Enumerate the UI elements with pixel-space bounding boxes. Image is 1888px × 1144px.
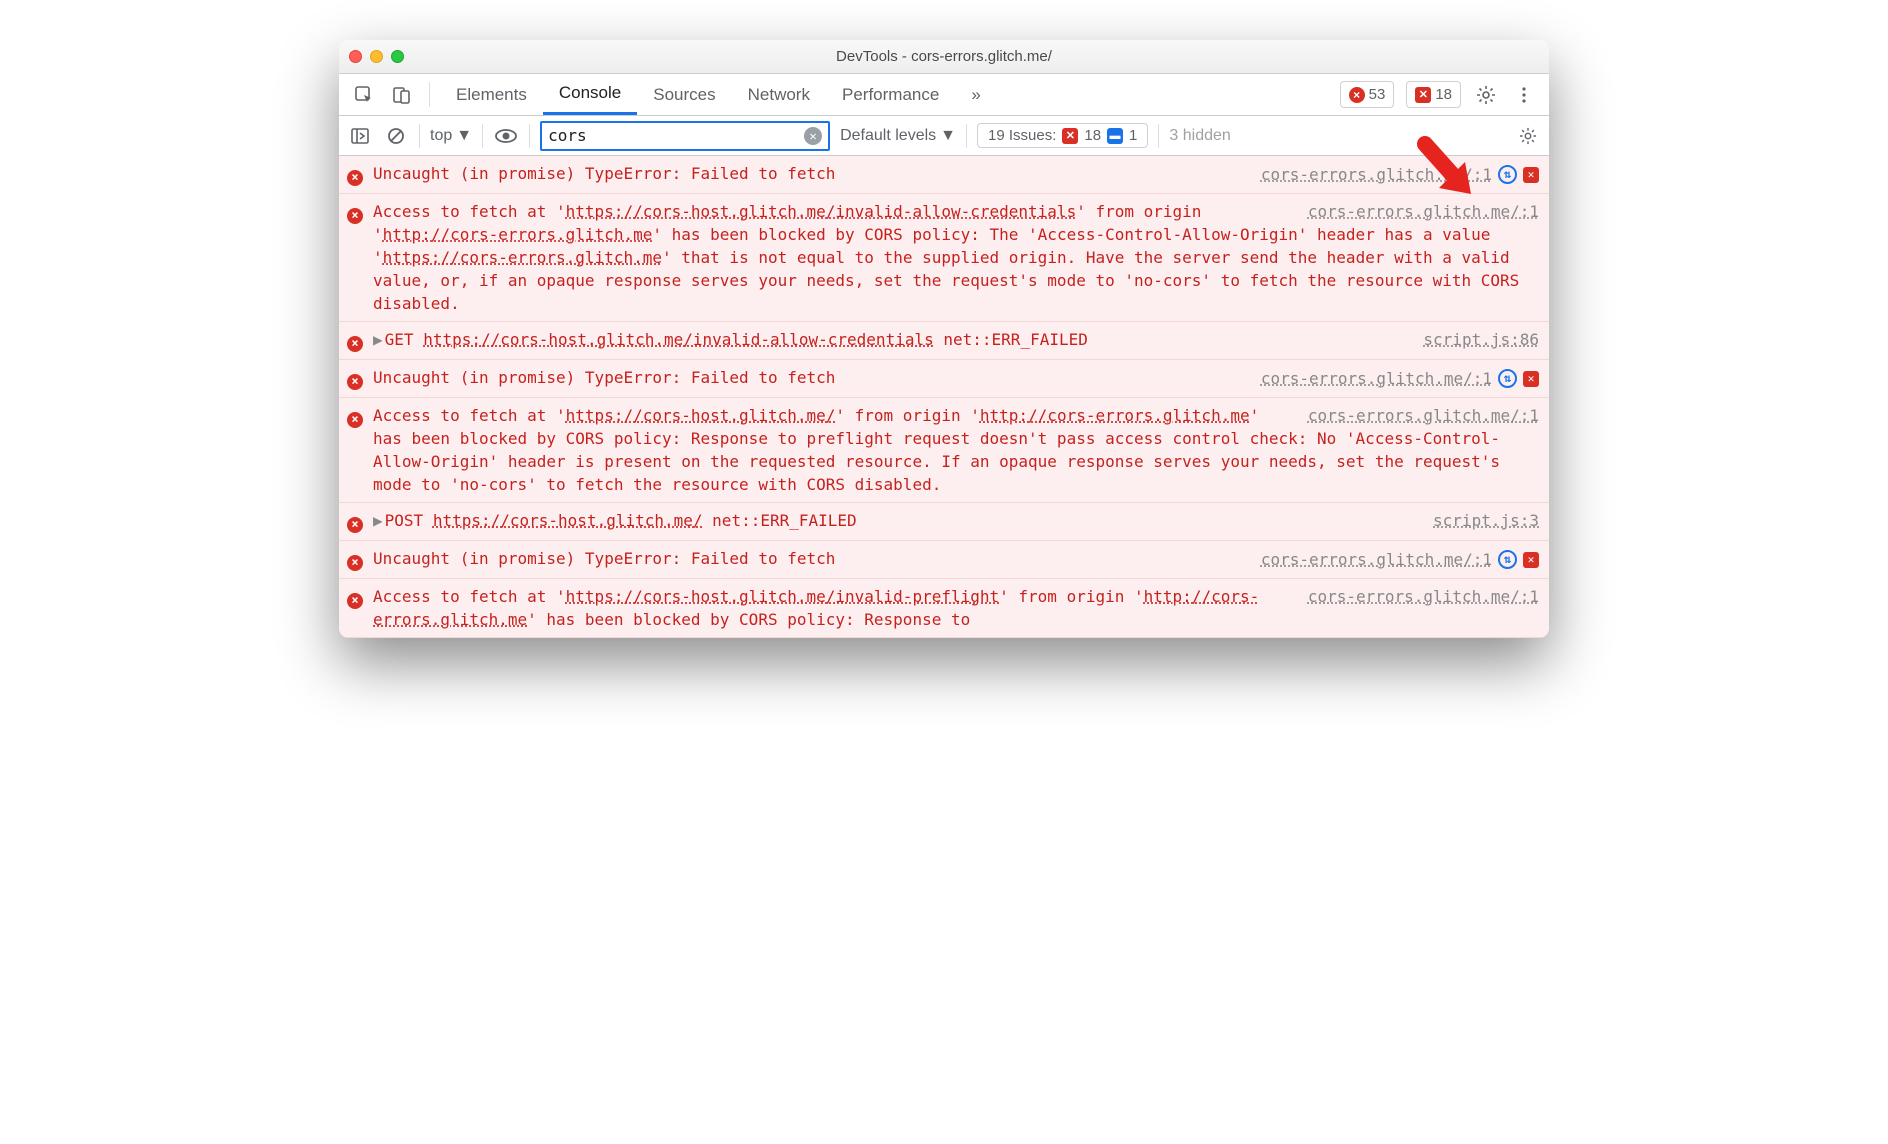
- issues-icon: ✕: [1415, 87, 1431, 103]
- error-message: Access to fetch at 'https://cors-host.gl…: [373, 587, 1259, 629]
- error-icon: ×: [347, 593, 363, 609]
- clear-filter-icon[interactable]: ✕: [804, 127, 822, 145]
- issues-count-badge[interactable]: ✕ 18: [1406, 81, 1461, 108]
- console-entry: × ▶GET https://cors-host.glitch.me/invali…: [339, 322, 1549, 360]
- source-link[interactable]: script.js:3: [1433, 511, 1539, 530]
- tab-more[interactable]: »: [955, 74, 996, 115]
- error-icon: ×: [347, 517, 363, 533]
- context-label: top: [430, 127, 452, 145]
- settings-gear-icon[interactable]: [1469, 74, 1503, 115]
- chevron-down-icon: ▼: [456, 127, 472, 145]
- console-settings-gear-icon[interactable]: [1515, 123, 1541, 149]
- tab-performance[interactable]: Performance: [826, 74, 955, 115]
- console-output: × Uncaught (in promise) TypeError: Failed…: [339, 156, 1549, 638]
- error-message: Uncaught (in promise) TypeError: Failed …: [373, 164, 835, 183]
- issue-link-icon[interactable]: ✕: [1523, 167, 1539, 183]
- context-selector[interactable]: top ▼: [430, 127, 472, 145]
- source-link[interactable]: cors-errors.glitch.me/:1: [1294, 585, 1539, 608]
- issues-info-count: 1: [1129, 127, 1137, 144]
- console-entry: × Uncaught (in promise) TypeError: Failed…: [339, 156, 1549, 194]
- console-entry: ×cors-errors.glitch.me/:1Access to fetch…: [339, 398, 1549, 503]
- issue-link-icon[interactable]: ✕: [1523, 371, 1539, 387]
- issue-link-icon[interactable]: ✕: [1523, 552, 1539, 568]
- console-entry: × cors-errors.glitch.me/:1 Access to fetch…: [339, 579, 1549, 638]
- error-count-badge[interactable]: × 53: [1340, 81, 1395, 108]
- request-url[interactable]: https://cors-host.glitch.me/: [433, 511, 703, 530]
- http-method: GET: [385, 330, 414, 349]
- error-message: Uncaught (in promise) TypeError: Failed …: [373, 368, 835, 387]
- issues-error-count: 18: [1084, 127, 1101, 144]
- issues-label: 19 Issues:: [988, 127, 1056, 144]
- issues-error-icon: ✕: [1062, 128, 1078, 144]
- levels-label: Default levels: [840, 127, 936, 145]
- tab-network[interactable]: Network: [732, 74, 826, 115]
- tab-console[interactable]: Console: [543, 74, 637, 115]
- error-icon: ×: [347, 208, 363, 224]
- error-count: 53: [1369, 86, 1386, 103]
- tab-sources[interactable]: Sources: [637, 74, 731, 115]
- console-entry: × Uncaught (in promise) TypeError: Failed…: [339, 360, 1549, 398]
- hidden-messages[interactable]: 3 hidden: [1169, 127, 1230, 145]
- network-request-icon[interactable]: ⇅: [1498, 369, 1517, 388]
- net-status: net::ERR_FAILED: [712, 511, 857, 530]
- inspect-element-icon[interactable]: [347, 74, 381, 115]
- console-entry: × ▶POST https://cors-host.glitch.me/ net:…: [339, 503, 1549, 541]
- source-link[interactable]: cors-errors.glitch.me/:1: [1261, 548, 1492, 571]
- source-link[interactable]: cors-errors.glitch.me/:1: [1261, 367, 1492, 390]
- filter-input[interactable]: cors ✕: [540, 121, 830, 151]
- separator: [429, 82, 430, 107]
- error-icon: ×: [347, 374, 363, 390]
- request-url[interactable]: https://cors-host.glitch.me/invalid-allo…: [423, 330, 934, 349]
- network-request-icon[interactable]: ⇅: [1498, 165, 1517, 184]
- devtools-tabbar: Elements Console Sources Network Perform…: [339, 74, 1549, 116]
- source-link[interactable]: cors-errors.glitch.me/:1: [1294, 404, 1539, 427]
- devtools-window: DevTools - cors-errors.glitch.me/ Elemen…: [339, 40, 1549, 638]
- panel-tabs: Elements Console Sources Network Perform…: [440, 74, 997, 115]
- tab-elements[interactable]: Elements: [440, 74, 543, 115]
- issues-info-icon: ▬: [1107, 128, 1123, 144]
- filter-value: cors: [548, 126, 587, 145]
- console-toolbar: top ▼ cors ✕ Default levels ▼ 19 Issues:…: [339, 116, 1549, 156]
- log-levels-selector[interactable]: Default levels ▼: [840, 127, 956, 145]
- source-link[interactable]: cors-errors.glitch.me/:1: [1294, 200, 1539, 223]
- error-icon: ×: [347, 555, 363, 571]
- issues-summary[interactable]: 19 Issues: ✕ 18 ▬ 1: [977, 123, 1148, 148]
- error-icon: ×: [347, 170, 363, 186]
- source-link[interactable]: script.js:86: [1423, 330, 1539, 349]
- console-entry: × Uncaught (in promise) TypeError: Failed…: [339, 541, 1549, 579]
- more-menu-icon[interactable]: [1507, 74, 1541, 115]
- expand-triangle-icon[interactable]: ▶: [373, 328, 383, 351]
- clear-console-icon[interactable]: [383, 123, 409, 149]
- chevron-down-icon: ▼: [940, 127, 956, 145]
- error-icon: ×: [347, 412, 363, 428]
- error-icon: ×: [347, 336, 363, 352]
- toggle-sidebar-icon[interactable]: [347, 123, 373, 149]
- window-title: DevTools - cors-errors.glitch.me/: [339, 48, 1549, 65]
- error-message: Uncaught (in promise) TypeError: Failed …: [373, 549, 835, 568]
- issues-count: 18: [1435, 86, 1452, 103]
- console-entry: ×cors-errors.glitch.me/:1Access to fetch…: [339, 194, 1549, 322]
- source-link[interactable]: cors-errors.glitch.me/:1: [1261, 163, 1492, 186]
- network-request-icon[interactable]: ⇅: [1498, 550, 1517, 569]
- device-toolbar-icon[interactable]: [385, 74, 419, 115]
- window-titlebar: DevTools - cors-errors.glitch.me/: [339, 40, 1549, 74]
- net-status: net::ERR_FAILED: [943, 330, 1088, 349]
- error-icon: ×: [1349, 87, 1365, 103]
- expand-triangle-icon[interactable]: ▶: [373, 509, 383, 532]
- http-method: POST: [385, 511, 424, 530]
- live-expression-icon[interactable]: [493, 123, 519, 149]
